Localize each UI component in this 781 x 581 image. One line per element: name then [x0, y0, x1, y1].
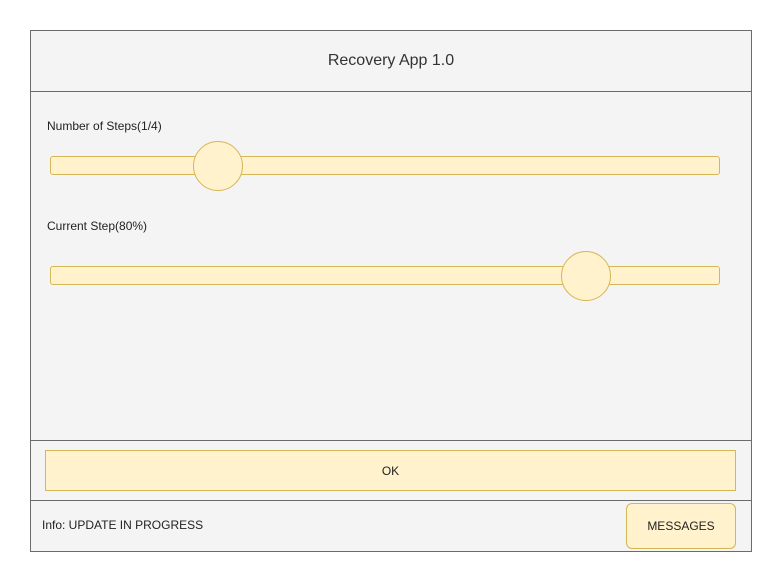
footer-divider [31, 500, 751, 501]
steps-slider-track[interactable] [50, 156, 720, 175]
title-bar: Recovery App 1.0 [31, 31, 751, 92]
steps-slider-thumb[interactable] [193, 141, 243, 191]
current-step-slider-thumb[interactable] [561, 251, 611, 301]
content-divider [31, 440, 751, 441]
app-title: Recovery App 1.0 [327, 52, 455, 69]
current-step-slider-label: Current Step(80%) [47, 219, 148, 233]
messages-button[interactable]: MESSAGES [626, 503, 736, 549]
info-status-text: Info: UPDATE IN PROGRESS [42, 518, 204, 532]
recovery-app-window: Recovery App 1.0 Number of Steps(1/4) Cu… [30, 30, 752, 552]
ok-button[interactable]: OK [45, 450, 736, 491]
steps-slider-label: Number of Steps(1/4) [47, 119, 162, 133]
current-step-slider-track[interactable] [50, 266, 720, 285]
